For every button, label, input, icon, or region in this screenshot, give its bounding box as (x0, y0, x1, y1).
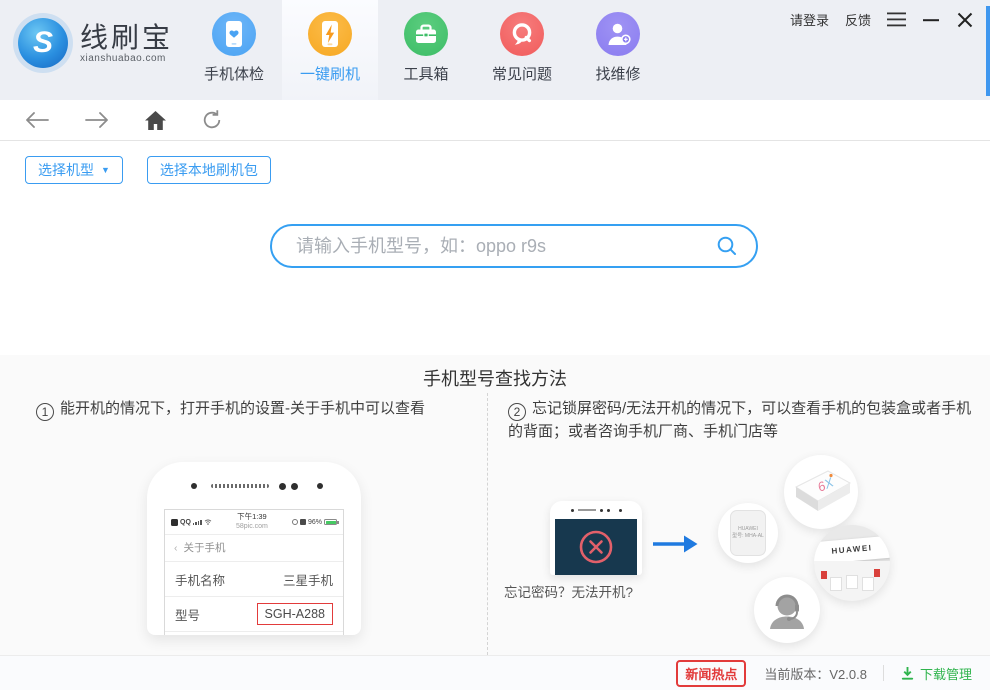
select-model-label: 选择机型 (38, 162, 94, 178)
store-sign-label: HUAWEI (831, 543, 873, 556)
nav-item-toolbox[interactable]: 工具箱 (378, 0, 474, 100)
status-watermark: 58pic.com (235, 523, 268, 531)
news-hotspot-badge[interactable]: 新闻热点 (676, 659, 747, 687)
error-circle-icon (579, 530, 613, 564)
download-manager-label: 下载管理 (919, 666, 972, 682)
toolbox-icon (404, 12, 448, 56)
nav-label: 找维修 (595, 66, 641, 83)
guide-step2-column: 2 忘记锁屏密码/无法开机的情况下，可以查看手机的包装盒或者手机的背面；或者咨询手… (488, 393, 990, 655)
logo-subtitle: xianshuabao.com (80, 52, 166, 64)
phone-model-label: 型号 (175, 608, 201, 623)
orientation-lock-icon (291, 519, 298, 525)
wifi-icon (204, 519, 212, 525)
phone-name-row: 手机名称 三星手机 (165, 562, 343, 597)
login-link[interactable]: 请登录 (790, 10, 829, 29)
about-phone-header: ‹ 关于手机 (165, 535, 343, 562)
search-box (270, 224, 758, 268)
model-lookup-guide: 手机型号查找方法 1 能开机的情况下，打开手机的设置-关于手机中可以查看 QQ … (0, 355, 990, 655)
step1-number: 1 (36, 403, 54, 421)
support-agent-icon (770, 594, 804, 629)
select-local-rom-label: 选择本地刷机包 (159, 162, 258, 178)
arrow-right-icon (651, 531, 699, 562)
status-time: 下午1:39 (237, 512, 267, 522)
nav-item-find-repair[interactable]: 找维修 (570, 0, 666, 100)
footer-divider (882, 665, 884, 681)
status-app-icon (171, 518, 178, 526)
close-icon[interactable] (956, 11, 974, 29)
select-local-rom-button[interactable]: 选择本地刷机包 (146, 156, 271, 184)
back-icon[interactable] (24, 109, 50, 131)
status-qq-label: QQ (180, 518, 191, 526)
phone-settings-illustration: QQ 下午1:39 58pic.com 96% ‹ 关于手机 手机名称 三星手机… (147, 462, 361, 635)
question-bubble-icon (500, 12, 544, 56)
step1-text: 1 能开机的情况下，打开手机的设置-关于手机中可以查看 (36, 398, 472, 421)
locked-caption: 忘记密码？无法开机? (504, 585, 634, 600)
nav-item-one-key-flash[interactable]: 一键刷机 (282, 0, 378, 100)
forward-icon[interactable] (84, 109, 110, 131)
nav-label: 手机体检 (203, 66, 264, 83)
phone-model-value-highlight: SGH-A288 (256, 603, 333, 625)
select-model-button[interactable]: 选择机型 ▼ (25, 156, 123, 184)
home-icon[interactable] (144, 110, 167, 131)
phone-health-icon (212, 12, 256, 56)
signal-bars-icon (192, 519, 202, 525)
topbar-right: 请登录 反馈 (790, 10, 974, 29)
phone-speaker-camera (147, 478, 361, 494)
nav-item-faq[interactable]: 常见问题 (474, 0, 570, 100)
locked-phone-screen (555, 519, 637, 575)
search-icon[interactable] (716, 235, 738, 257)
phone-model-row: 型号 SGH-A288 (165, 597, 343, 632)
app-window: S 线刷宝 xianshuabao.com 手机体检 一键刷机 工具箱 常见问题… (0, 0, 990, 690)
window-edge-accent (986, 6, 990, 96)
phone-name-value: 三星手机 (282, 573, 333, 588)
store-interior (814, 561, 890, 601)
retail-box-circle: 6X (784, 455, 858, 529)
nav-label: 工具箱 (403, 66, 449, 83)
locked-phone-speaker (550, 501, 642, 519)
version-label: 当前版本：V2.0.8 (764, 666, 867, 682)
battery-icon (324, 519, 339, 525)
download-icon (901, 666, 914, 680)
locked-phone-illustration (550, 501, 642, 575)
guide-title: 手机型号查找方法 (423, 369, 567, 389)
panel-model: 型号: MHA-AL (732, 533, 764, 539)
shield-icon (299, 519, 306, 525)
action-buttons: 选择机型 ▼ 选择本地刷机包 (25, 156, 271, 184)
download-manager-button[interactable]: 下载管理 (900, 664, 972, 683)
nav-label: 常见问题 (491, 66, 552, 83)
browser-toolbar (0, 100, 990, 141)
back-chevron-icon: ‹ (174, 542, 178, 554)
panel-brand: HUAWEI (738, 526, 758, 532)
guide-step1-column: 1 能开机的情况下，打开手机的设置-关于手机中可以查看 QQ 下午1:39 58… (0, 393, 487, 655)
footer-bar: 新闻热点 当前版本：V2.0.8 下载管理 (0, 655, 990, 690)
search-input[interactable] (296, 235, 716, 257)
phone-screen: QQ 下午1:39 58pic.com 96% ‹ 关于手机 手机名称 三星手机… (164, 509, 344, 635)
phone-back-panel-circle: HUAWEI 型号: MHA-AL (718, 503, 778, 563)
minimize-icon[interactable] (922, 11, 940, 29)
repair-person-icon (596, 12, 640, 56)
nav-label: 一键刷机 (299, 66, 360, 83)
logo-icon: S (18, 18, 68, 68)
customer-service-circle (754, 577, 820, 643)
phone-name-label: 手机名称 (175, 573, 226, 588)
feedback-link[interactable]: 反馈 (845, 10, 871, 29)
chevron-down-icon: ▼ (101, 165, 110, 175)
app-logo[interactable]: S 线刷宝 xianshuabao.com (18, 18, 173, 68)
phone-back-panel: HUAWEI 型号: MHA-AL (730, 510, 766, 556)
logo-title: 线刷宝 (80, 21, 174, 53)
topbar: S 线刷宝 xianshuabao.com 手机体检 一键刷机 工具箱 常见问题… (0, 0, 990, 100)
refresh-icon[interactable] (201, 109, 223, 131)
battery-percent: 96% (307, 518, 322, 526)
store-front-circle: HUAWEI (814, 525, 890, 601)
phone-flash-icon (308, 12, 352, 56)
step2-text: 2 忘记锁屏密码/无法开机的情况下，可以查看手机的包装盒或者手机的背面；或者咨询手… (508, 400, 972, 440)
step2-number: 2 (508, 403, 526, 421)
phone-status-bar: QQ 下午1:39 58pic.com 96% (165, 510, 343, 535)
main-nav: 手机体检 一键刷机 工具箱 常见问题 找维修 (186, 0, 666, 100)
menu-icon[interactable] (887, 12, 906, 27)
nav-item-phone-check[interactable]: 手机体检 (186, 0, 282, 100)
